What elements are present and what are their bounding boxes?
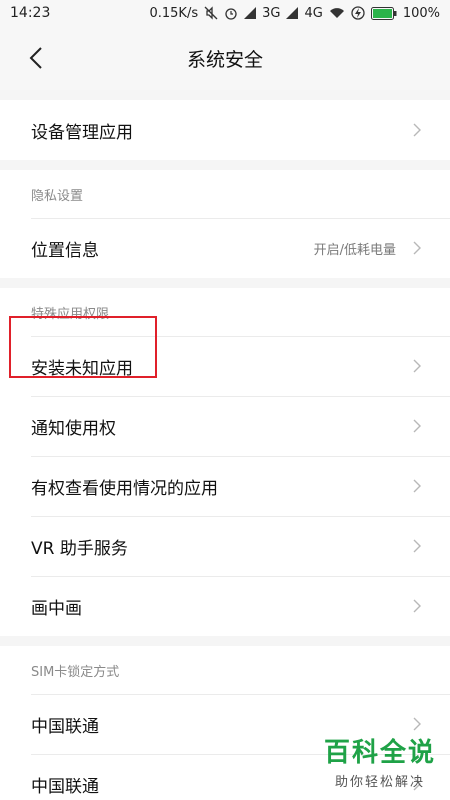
list-item-install-unknown-apps[interactable]: 安装未知应用 [0, 336, 450, 396]
alarm-icon [224, 6, 238, 20]
watermark-title: 百科全说 [323, 738, 436, 768]
signal-icon-2 [286, 7, 299, 19]
row-label: 画中画 [31, 598, 82, 619]
wifi-icon [329, 7, 345, 19]
charging-icon [351, 6, 365, 20]
battery-percent: 100% [402, 5, 440, 21]
row-label: 位置信息 [31, 240, 99, 261]
back-arrow-icon [29, 47, 42, 69]
row-label: 设备管理应用 [31, 122, 133, 143]
section-label-special: 特殊应用权限 [0, 288, 450, 336]
chevron-right-icon [412, 418, 422, 434]
list-item-notification-access[interactable]: 通知使用权 [0, 396, 450, 456]
top-bar: 系统安全 [0, 26, 450, 90]
battery-icon [370, 6, 397, 20]
chevron-right-icon [412, 122, 422, 138]
chevron-right-icon [412, 538, 422, 554]
network-type-2: 4G [304, 5, 323, 21]
status-time: 14:23 [10, 5, 51, 21]
device-admin-group: 设备管理应用 [0, 100, 450, 160]
section-label-privacy: 隐私设置 [0, 170, 450, 218]
mute-icon [204, 6, 218, 20]
section-label-sim-lock: SIM卡锁定方式 [0, 646, 450, 694]
chevron-right-icon [412, 716, 422, 732]
list-item-vr-helper[interactable]: VR 助手服务 [0, 516, 450, 576]
list-item-usage-access[interactable]: 有权查看使用情况的应用 [0, 456, 450, 516]
watermark: 百科全说 助你轻松解决 [324, 732, 436, 790]
row-label: 有权查看使用情况的应用 [31, 478, 218, 499]
row-label: VR 助手服务 [31, 538, 128, 559]
list-item-picture-in-picture[interactable]: 画中画 [0, 576, 450, 636]
status-icons: 0.15K/s 3G 4G 100% [149, 6, 440, 21]
watermark-subtitle: 助你轻松解决 [334, 775, 425, 790]
chevron-right-icon [412, 240, 422, 256]
back-button[interactable] [22, 44, 50, 72]
special-permissions-group: 特殊应用权限 安装未知应用 通知使用权 有权查看使用情况的应用 VR 助手服务 … [0, 288, 450, 636]
status-bar: 14:23 0.15K/s 3G 4G 100% [0, 0, 450, 26]
signal-icon [244, 7, 257, 19]
network-speed: 0.15K/s [149, 5, 199, 21]
chevron-right-icon [412, 598, 422, 614]
privacy-group: 隐私设置 位置信息 开启/低耗电量 [0, 170, 450, 278]
list-item-device-admin[interactable]: 设备管理应用 [0, 100, 450, 160]
chevron-right-icon [412, 358, 422, 374]
row-value: 开启/低耗电量 [313, 242, 396, 258]
chevron-right-icon [412, 478, 422, 494]
row-label: 通知使用权 [31, 418, 116, 439]
network-type-1: 3G [262, 5, 281, 21]
row-label: 安装未知应用 [31, 358, 133, 379]
page-title: 系统安全 [186, 48, 263, 71]
list-item-location[interactable]: 位置信息 开启/低耗电量 [0, 218, 450, 278]
